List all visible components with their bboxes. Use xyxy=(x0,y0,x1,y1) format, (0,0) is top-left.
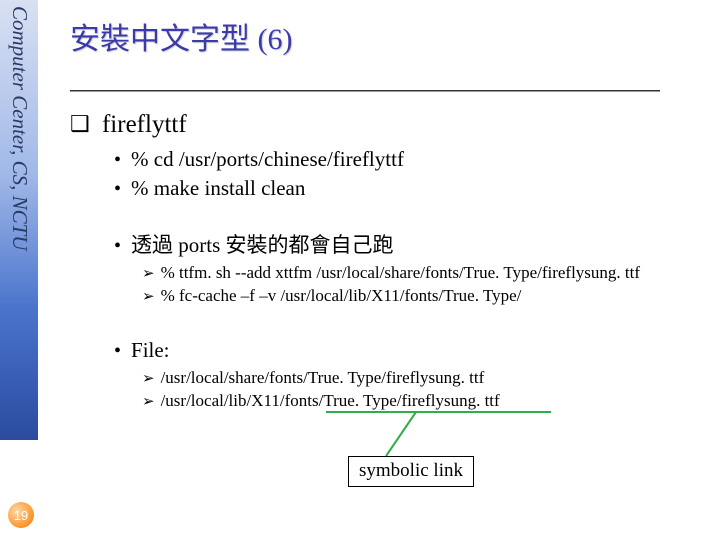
symbolic-link-box: symbolic link xyxy=(348,456,474,487)
bullet-group-2: File: xyxy=(114,336,710,365)
sub-group-2: /usr/local/share/fonts/True. Type/firefl… xyxy=(142,367,710,413)
bullet-cmd-cd: % cd /usr/ports/chinese/fireflyttf xyxy=(114,145,710,174)
sub-fccache: % fc-cache –f –v /usr/local/lib/X11/font… xyxy=(142,285,710,308)
heading-fireflyttf: fireflyttf xyxy=(70,111,710,139)
bullet-group-1: % cd /usr/ports/chinese/fireflyttf % mak… xyxy=(114,145,710,260)
sidebar: Computer Center, CS, NCTU xyxy=(0,0,38,440)
page-number-badge: 19 xyxy=(8,502,34,528)
title-rule xyxy=(70,90,660,91)
slide-title: 安裝中文字型 (6) xyxy=(70,14,710,64)
sidebar-label: Computer Center, CS, NCTU xyxy=(7,6,32,250)
bullet-file: File: xyxy=(114,336,710,365)
bullet-cmd-make: % make install clean xyxy=(114,174,710,203)
sub-group-1: % ttfm. sh --add xttfm /usr/local/share/… xyxy=(142,262,710,308)
sub-file-1: /usr/local/share/fonts/True. Type/firefl… xyxy=(142,367,710,390)
symbolic-link-label: symbolic link xyxy=(359,460,463,481)
bullet-ports-note: 透過 ports 安裝的都會自己跑 xyxy=(114,231,710,260)
page-number: 19 xyxy=(14,508,28,523)
connector-line xyxy=(326,410,556,460)
slide-content: 安裝中文字型 (6) fireflyttf % cd /usr/ports/ch… xyxy=(70,0,710,413)
sub-ttfm: % ttfm. sh --add xttfm /usr/local/share/… xyxy=(142,262,710,285)
